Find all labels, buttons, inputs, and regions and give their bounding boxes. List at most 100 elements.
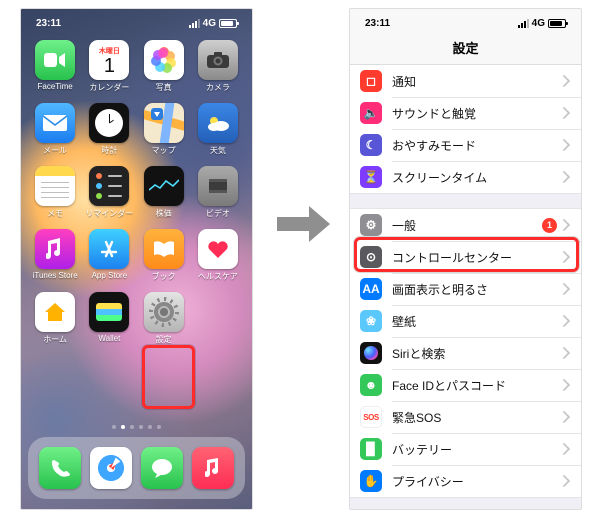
settings-icon: [144, 292, 184, 332]
settings-row-g2-8[interactable]: ✋プライバシー: [350, 465, 581, 497]
wallet-icon: [89, 292, 129, 332]
settings-row-g2-7[interactable]: ▉バッテリー: [350, 433, 581, 465]
app-facetime[interactable]: FaceTime: [29, 40, 81, 100]
appstore-icon: [89, 229, 129, 269]
app-label: iTunes Store: [33, 271, 78, 280]
settings-row-g2-3[interactable]: ❀壁紙: [350, 305, 581, 337]
row-label: サウンドと触覚: [392, 105, 563, 122]
app-label: App Store: [92, 271, 128, 280]
clock-icon: [89, 103, 129, 143]
highlight-general-row: [354, 237, 579, 272]
chevron-right-icon: [563, 347, 571, 359]
status-time: 23:11: [365, 18, 390, 29]
app-label: 株価: [156, 208, 172, 219]
network-label: 4G: [203, 18, 216, 29]
app-label: メール: [43, 145, 67, 156]
row-icon: ⚙: [360, 214, 382, 236]
app-label: ビデオ: [206, 208, 230, 219]
app-calendar[interactable]: 木曜日1カレンダー: [83, 40, 135, 100]
status-bar: 23:11 4G: [350, 9, 581, 31]
page-dots: [21, 425, 252, 429]
maps-icon: [144, 103, 184, 143]
dock-music[interactable]: [192, 447, 234, 489]
reminders-icon: [89, 166, 129, 206]
row-icon: [360, 342, 382, 364]
settings-row-g2-2[interactable]: AA 画面表示と明るさ: [350, 273, 581, 305]
row-label: スクリーンタイム: [392, 169, 563, 186]
app-health[interactable]: ヘルスケア: [192, 229, 244, 289]
itunes-icon: [35, 229, 75, 269]
app-label: 設定: [156, 334, 172, 345]
row-label: 通知: [392, 73, 563, 90]
home-icon: [35, 292, 75, 332]
settings-row-g1-2[interactable]: ☾おやすみモード: [350, 129, 581, 161]
app-label: FaceTime: [37, 82, 72, 91]
app-wallet[interactable]: Wallet: [83, 292, 135, 352]
settings-row-g2-6[interactable]: SOS緊急SOS: [350, 401, 581, 433]
photos-icon: [144, 40, 184, 80]
chevron-right-icon: [563, 315, 571, 327]
row-icon: AA: [360, 278, 382, 300]
camera-icon: [198, 40, 238, 80]
app-photos[interactable]: 写真: [138, 40, 190, 100]
row-icon: ⏳: [360, 166, 382, 188]
app-label: カレンダー: [89, 82, 129, 93]
app-camera[interactable]: カメラ: [192, 40, 244, 100]
app-reminders[interactable]: リマインダー: [83, 166, 135, 226]
settings-row-g1-1[interactable]: 🔈 サウンドと触覚: [350, 97, 581, 129]
app-label: メモ: [47, 208, 63, 219]
app-weather[interactable]: 天気: [192, 103, 244, 163]
battery-icon: [548, 19, 566, 28]
app-stocks[interactable]: 株価: [138, 166, 190, 226]
mail-icon: [35, 103, 75, 143]
row-icon: 🔈: [360, 102, 382, 124]
app-mail[interactable]: メール: [29, 103, 81, 163]
settings-row-g1-3[interactable]: ⏳ スクリーンタイム: [350, 161, 581, 193]
app-label: カメラ: [206, 82, 230, 93]
app-maps[interactable]: マップ: [138, 103, 190, 163]
chevron-right-icon: [563, 107, 571, 119]
app-app-store[interactable]: App Store: [83, 229, 135, 289]
app-videos[interactable]: ビデオ: [192, 166, 244, 226]
app-settings[interactable]: 設定: [138, 292, 190, 352]
network-label: 4G: [532, 18, 545, 29]
app-home[interactable]: ホーム: [29, 292, 81, 352]
settings-row-g2-5[interactable]: ☻Face IDとパスコード: [350, 369, 581, 401]
app-label: ブック: [152, 271, 176, 282]
app-label: 天気: [210, 145, 226, 156]
app-label: ヘルスケア: [198, 271, 238, 282]
chevron-right-icon: [563, 75, 571, 87]
chevron-right-icon: [563, 283, 571, 295]
dock-messages[interactable]: [141, 447, 183, 489]
settings-list: ◻通知🔈サウンドと触覚☾おやすみモード⏳スクリーンタイム⚙一般1⊙コントロールセ…: [350, 65, 581, 510]
signal-bars-icon: [518, 19, 529, 28]
dock-phone[interactable]: [39, 447, 81, 489]
facetime-icon: [35, 40, 75, 80]
books-icon: [144, 229, 184, 269]
app-label: マップ: [152, 145, 176, 156]
row-icon: ▉: [360, 438, 382, 460]
dock-safari[interactable]: [90, 447, 132, 489]
row-icon: ☾: [360, 134, 382, 156]
app-books[interactable]: ブック: [138, 229, 190, 289]
videos-icon: [198, 166, 238, 206]
badge: 1: [542, 218, 557, 233]
chevron-right-icon: [563, 443, 571, 455]
row-icon: ✋: [360, 470, 382, 492]
app-clock[interactable]: 時計: [83, 103, 135, 163]
signal-bars-icon: [189, 19, 200, 28]
settings-row-g1-0[interactable]: ◻通知: [350, 65, 581, 97]
row-icon: ❀: [360, 310, 382, 332]
app-notes[interactable]: メモ: [29, 166, 81, 226]
row-label: 一般: [392, 217, 542, 234]
page-title: 設定: [350, 31, 581, 64]
notes-icon: [35, 166, 75, 206]
row-label: 画面表示と明るさ: [392, 281, 563, 298]
app-label: Wallet: [98, 334, 120, 343]
app-itunes-store[interactable]: iTunes Store: [29, 229, 81, 289]
app-label: リマインダー: [85, 208, 133, 219]
chevron-right-icon: [563, 475, 571, 487]
row-label: Face IDとパスコード: [392, 377, 563, 394]
status-time: 23:11: [36, 18, 61, 29]
settings-row-g2-4[interactable]: Siriと検索: [350, 337, 581, 369]
